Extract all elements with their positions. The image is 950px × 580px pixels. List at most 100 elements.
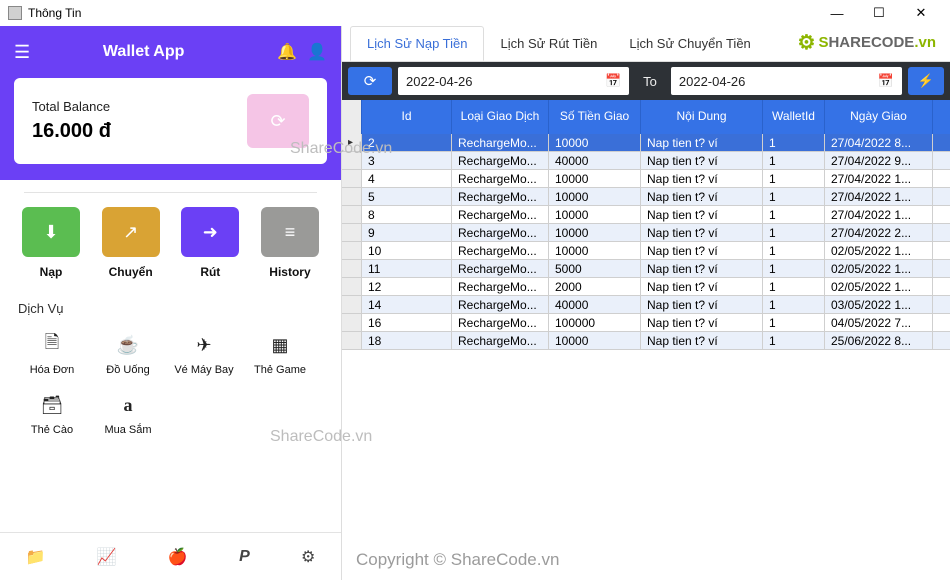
cell-desc: Nap tien t? ví bbox=[641, 206, 763, 223]
apple-icon[interactable]: 🍎 bbox=[168, 547, 188, 567]
plane-icon: ✈ bbox=[168, 332, 240, 358]
table-row[interactable]: 11RechargeMo...5000Nap tien t? ví102/05/… bbox=[342, 260, 950, 278]
cell-type: RechargeMo... bbox=[452, 296, 549, 313]
chart-icon[interactable]: 📈 bbox=[97, 547, 117, 567]
reload-icon: ⟳ bbox=[364, 72, 377, 90]
window-close-button[interactable]: ✕ bbox=[900, 0, 942, 26]
deposit-button[interactable]: ⬇ bbox=[22, 207, 80, 257]
cell-date: 27/04/2022 1... bbox=[825, 170, 933, 187]
cell-type: RechargeMo... bbox=[452, 332, 549, 349]
calendar-icon: 📅 bbox=[878, 73, 894, 89]
filter-bar: ⟳ 2022-04-26 📅 To 2022-04-26 📅 ⚡ bbox=[342, 62, 950, 100]
cell-type: RechargeMo... bbox=[452, 206, 549, 223]
paypal-icon[interactable]: P bbox=[239, 548, 250, 566]
window-titlebar: Thông Tin — ☐ ✕ bbox=[0, 0, 950, 26]
cell-id: 14 bbox=[362, 296, 452, 313]
cell-amount: 40000 bbox=[549, 152, 641, 169]
cell-amount: 2000 bbox=[549, 278, 641, 295]
cell-amount: 10000 bbox=[549, 206, 641, 223]
reload-button[interactable]: ⟳ bbox=[348, 67, 392, 95]
service-gamecard[interactable]: ▦ Thẻ Game bbox=[244, 332, 316, 376]
grid-header-amount[interactable]: Số Tiền Giao bbox=[549, 100, 641, 134]
cell-id: 10 bbox=[362, 242, 452, 259]
cell-type: RechargeMo... bbox=[452, 134, 549, 151]
tab-transfer-history[interactable]: Lịch Sử Chuyển Tiền bbox=[613, 26, 766, 61]
data-grid[interactable]: Id Loại Giao Dịch Số Tiền Giao Nội Dung … bbox=[342, 100, 950, 580]
date-to-input[interactable]: 2022-04-26 📅 bbox=[671, 67, 902, 95]
cell-amount: 10000 bbox=[549, 332, 641, 349]
run-filter-button[interactable]: ⚡ bbox=[908, 67, 944, 95]
table-row[interactable]: 10RechargeMo...10000Nap tien t? ví102/05… bbox=[342, 242, 950, 260]
table-row[interactable]: ▸2RechargeMo...10000Nap tien t? ví127/04… bbox=[342, 134, 950, 152]
quick-actions: ⬇ Nạp ↗ Chuyển ➜ Rút ≡ History bbox=[14, 207, 327, 279]
window-title: Thông Tin bbox=[28, 6, 81, 20]
gear-icon: ⚙ bbox=[798, 30, 816, 55]
cell-wallet: 1 bbox=[763, 134, 825, 151]
cell-type: RechargeMo... bbox=[452, 314, 549, 331]
cell-amount: 10000 bbox=[549, 188, 641, 205]
table-row[interactable]: 9RechargeMo...10000Nap tien t? ví127/04/… bbox=[342, 224, 950, 242]
bell-icon[interactable]: 🔔 bbox=[277, 42, 297, 62]
window-minimize-button[interactable]: — bbox=[816, 0, 858, 26]
row-handle bbox=[342, 242, 362, 259]
cell-wallet: 1 bbox=[763, 314, 825, 331]
user-icon[interactable]: 👤 bbox=[307, 42, 327, 62]
row-handle bbox=[342, 278, 362, 295]
service-flight[interactable]: ✈ Vé Máy Bay bbox=[168, 332, 240, 376]
cell-wallet: 1 bbox=[763, 206, 825, 223]
date-from-input[interactable]: 2022-04-26 📅 bbox=[398, 67, 629, 95]
download-icon: ⬇ bbox=[43, 222, 58, 243]
table-row[interactable]: 14RechargeMo...40000Nap tien t? ví103/05… bbox=[342, 296, 950, 314]
date-to-value: 2022-04-26 bbox=[679, 74, 746, 89]
service-bill[interactable]: 🗎 Hóa Đơn bbox=[16, 332, 88, 376]
history-button[interactable]: ≡ bbox=[261, 207, 319, 257]
grid-header-handle bbox=[342, 100, 362, 134]
cell-desc: Nap tien t? ví bbox=[641, 278, 763, 295]
cell-type: RechargeMo... bbox=[452, 224, 549, 241]
cell-type: RechargeMo... bbox=[452, 278, 549, 295]
history-label: History bbox=[259, 265, 321, 279]
table-row[interactable]: 4RechargeMo...10000Nap tien t? ví127/04/… bbox=[342, 170, 950, 188]
brand-logo: ⚙ SHARECODE.vn bbox=[798, 30, 936, 55]
bolt-icon: ⚡ bbox=[918, 73, 934, 89]
grid-header-type[interactable]: Loại Giao Dịch bbox=[452, 100, 549, 134]
wallet-panel: ☰ Wallet App 🔔 👤 Total Balance 16.000 đ … bbox=[0, 26, 342, 580]
table-row[interactable]: 12RechargeMo...2000Nap tien t? ví102/05/… bbox=[342, 278, 950, 296]
service-scratch[interactable]: 🗃 Thẻ Cào bbox=[16, 392, 88, 436]
tab-deposit-history[interactable]: Lịch Sử Nạp Tiền bbox=[350, 26, 484, 61]
tab-withdraw-history[interactable]: Lịch Sử Rút Tiền bbox=[484, 26, 613, 61]
cell-type: RechargeMo... bbox=[452, 152, 549, 169]
row-handle bbox=[342, 314, 362, 331]
cell-amount: 5000 bbox=[549, 260, 641, 277]
refresh-balance-button[interactable]: ⟳ bbox=[247, 94, 309, 148]
grid-header-id[interactable]: Id bbox=[362, 100, 452, 134]
to-label: To bbox=[635, 74, 665, 89]
cell-id: 4 bbox=[362, 170, 452, 187]
cell-amount: 100000 bbox=[549, 314, 641, 331]
table-row[interactable]: 8RechargeMo...10000Nap tien t? ví127/04/… bbox=[342, 206, 950, 224]
coffee-icon: ☕ bbox=[92, 332, 164, 358]
table-row[interactable]: 3RechargeMo...40000Nap tien t? ví127/04/… bbox=[342, 152, 950, 170]
table-row[interactable]: 18RechargeMo...10000Nap tien t? ví125/06… bbox=[342, 332, 950, 350]
grid-header-desc[interactable]: Nội Dung bbox=[641, 100, 763, 134]
transfer-button[interactable]: ↗ bbox=[102, 207, 160, 257]
grid-header-wallet[interactable]: WalletId bbox=[763, 100, 825, 134]
balance-card: Total Balance 16.000 đ ⟳ bbox=[14, 78, 327, 164]
table-row[interactable]: 5RechargeMo...10000Nap tien t? ví127/04/… bbox=[342, 188, 950, 206]
service-shopping[interactable]: a Mua Sắm bbox=[92, 392, 164, 436]
services-grid: 🗎 Hóa Đơn ☕ Đồ Uống ✈ Vé Máy Bay ▦ Thẻ G… bbox=[14, 322, 327, 442]
cell-desc: Nap tien t? ví bbox=[641, 242, 763, 259]
withdraw-button[interactable]: ➜ bbox=[181, 207, 239, 257]
grid-header-date[interactable]: Ngày Giao bbox=[825, 100, 933, 134]
list-icon: ≡ bbox=[285, 222, 296, 243]
service-drinks[interactable]: ☕ Đồ Uống bbox=[92, 332, 164, 376]
cell-wallet: 1 bbox=[763, 188, 825, 205]
folder-icon[interactable]: 📁 bbox=[26, 547, 46, 567]
window-maximize-button[interactable]: ☐ bbox=[858, 0, 900, 26]
row-handle bbox=[342, 224, 362, 241]
settings-icon[interactable]: ⚙ bbox=[301, 547, 315, 567]
cell-date: 27/04/2022 8... bbox=[825, 134, 933, 151]
amazon-icon: a bbox=[92, 392, 164, 418]
cell-id: 9 bbox=[362, 224, 452, 241]
table-row[interactable]: 16RechargeMo...100000Nap tien t? ví104/0… bbox=[342, 314, 950, 332]
